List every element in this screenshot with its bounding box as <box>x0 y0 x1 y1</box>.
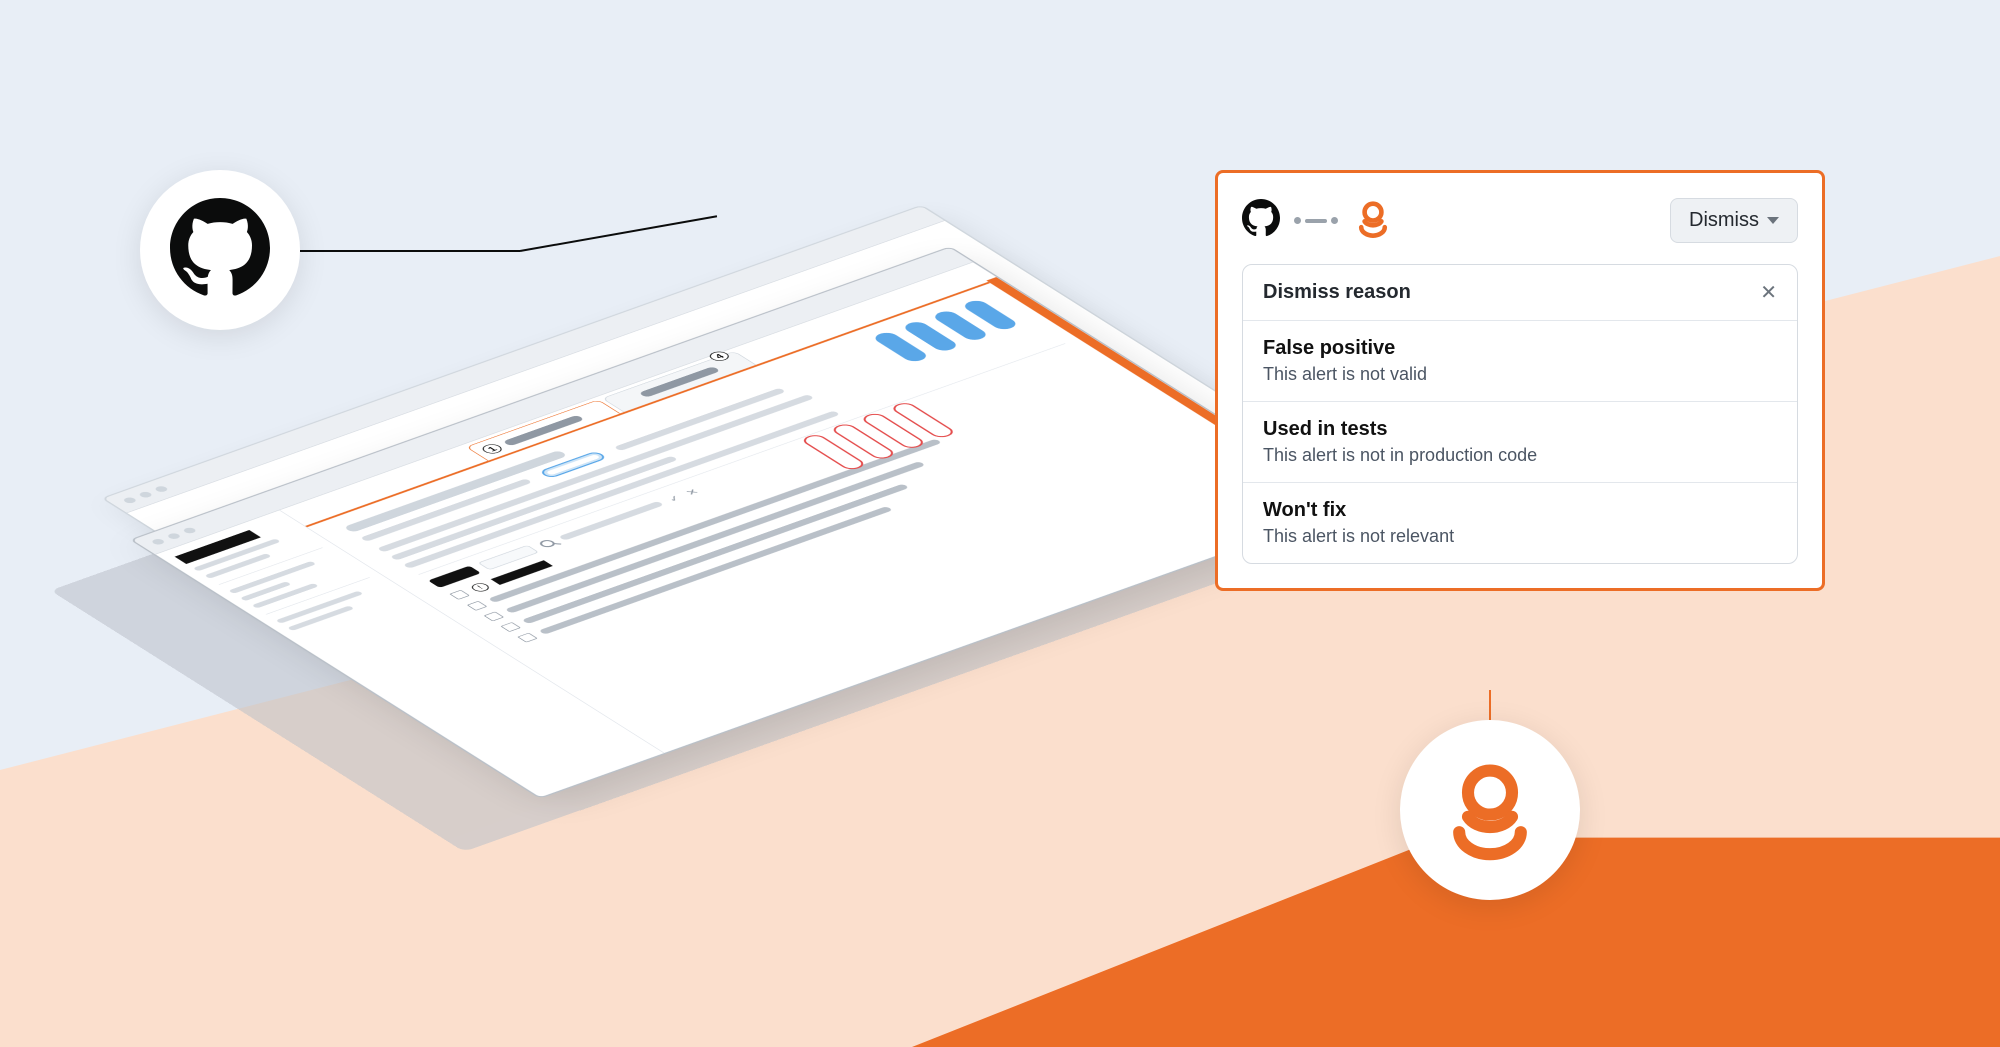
traffic-light-icon <box>166 532 182 540</box>
dismiss-card: Dismiss Dismiss reason ✕ False positive … <box>1215 170 1825 591</box>
option-title: False positive <box>1263 337 1777 360</box>
search-icon[interactable] <box>537 539 558 549</box>
sonarcloud-icon <box>1352 197 1394 244</box>
option-desc: This alert is not relevant <box>1263 526 1777 547</box>
dismiss-button[interactable]: Dismiss <box>1670 198 1798 243</box>
close-icon: ✕ <box>682 487 703 497</box>
checkbox-icon[interactable] <box>449 590 470 600</box>
dismiss-option-wont-fix[interactable]: Won't fix This alert is not relevant <box>1243 483 1797 563</box>
github-icon <box>1242 199 1280 242</box>
chevron-down-icon <box>1767 217 1779 224</box>
github-icon <box>170 198 270 303</box>
option-title: Used in tests <box>1263 418 1777 441</box>
traffic-light-icon <box>150 538 166 546</box>
option-desc: This alert is not valid <box>1263 364 1777 385</box>
dismiss-option-false-positive[interactable]: False positive This alert is not valid <box>1243 321 1797 402</box>
sonarcloud-logo-bubble <box>1400 720 1580 900</box>
dismiss-option-used-in-tests[interactable]: Used in tests This alert is not in produ… <box>1243 402 1797 483</box>
close-icon[interactable]: ✕ <box>1760 283 1777 303</box>
menu-title: Dismiss reason <box>1263 281 1411 304</box>
link-icon <box>1294 217 1338 224</box>
dismiss-button-label: Dismiss <box>1689 209 1759 232</box>
dismiss-reason-menu: Dismiss reason ✕ False positive This ale… <box>1242 264 1798 564</box>
connector-line <box>300 250 720 252</box>
option-desc: This alert is not in production code <box>1263 445 1777 466</box>
issue-count-badge: ! <box>469 582 493 593</box>
check-icon: ✓ <box>664 493 685 503</box>
traffic-light-icon <box>182 527 198 535</box>
option-title: Won't fix <box>1263 499 1777 522</box>
github-logo-bubble <box>140 170 300 330</box>
tab-badge: 1 <box>479 443 506 456</box>
sonarcloud-icon <box>1435 753 1545 868</box>
